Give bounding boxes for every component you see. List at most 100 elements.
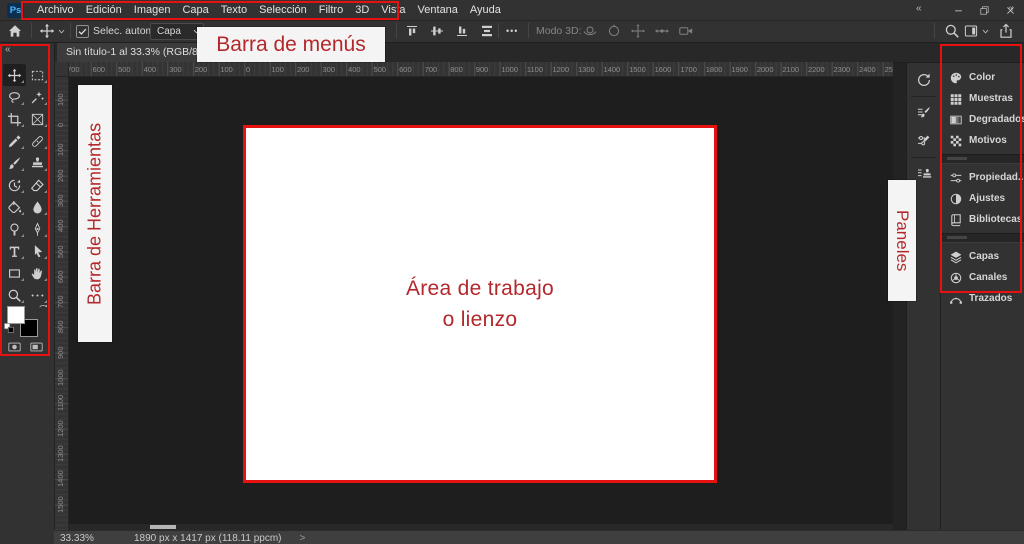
status-expander-icon[interactable]: > xyxy=(300,533,306,544)
tool-frame[interactable] xyxy=(26,108,49,130)
menu-item-archivo[interactable]: Archivo xyxy=(31,0,80,20)
panel-item-channels[interactable]: Canales xyxy=(941,267,1024,288)
zoom-icon xyxy=(8,289,21,302)
ruler-label: 100 xyxy=(271,65,284,74)
strip-panel-tool-presets[interactable] xyxy=(907,127,941,155)
workspace-icon xyxy=(964,25,978,37)
adjustments-icon xyxy=(950,193,962,204)
strip-panel-history[interactable] xyxy=(907,66,941,94)
ruler-label: 0 xyxy=(245,65,251,74)
tool-hand[interactable] xyxy=(26,262,49,284)
tool-paint-bucket[interactable] xyxy=(3,196,26,218)
panel-item-patterns[interactable]: Motivos xyxy=(941,130,1024,151)
panel-item-gradients[interactable]: Degradados xyxy=(941,109,1024,130)
current-tool-move-icon xyxy=(39,23,55,39)
ruler-label: 1700 xyxy=(680,65,697,74)
clone-stamp-icon xyxy=(32,156,43,167)
slide-3d-button[interactable] xyxy=(654,23,670,39)
menu-item-filtro[interactable]: Filtro xyxy=(313,0,349,20)
menu-item-ventana[interactable]: Ventana xyxy=(412,0,464,20)
panel-item-adjustments[interactable]: Ajustes xyxy=(941,188,1024,209)
tool-lasso[interactable] xyxy=(3,86,26,108)
menu-item-vista[interactable]: Vista xyxy=(375,0,411,20)
foreground-color-swatch[interactable] xyxy=(7,306,25,324)
crop-icon xyxy=(7,112,22,126)
workspace-chevron-down-icon[interactable] xyxy=(981,27,990,36)
tool-path-select[interactable] xyxy=(26,240,49,262)
tool-marquee[interactable] xyxy=(26,64,49,86)
panel-item-swatches[interactable]: Muestras xyxy=(941,88,1024,109)
tool-history-brush[interactable] xyxy=(3,174,26,196)
more-tools-icon xyxy=(31,293,44,297)
photoshop-logo-icon[interactable]: Ps xyxy=(7,2,24,18)
tool-dodge[interactable] xyxy=(3,218,26,240)
menu-item-imagen[interactable]: Imagen xyxy=(128,0,177,20)
panel-item-color[interactable]: Color xyxy=(941,67,1024,88)
menu-item-capa[interactable]: Capa xyxy=(176,0,214,20)
restore-button[interactable] xyxy=(979,5,990,16)
orbit-3d-button[interactable] xyxy=(582,23,598,39)
tool-eyedropper[interactable] xyxy=(3,130,26,152)
tool-brush[interactable] xyxy=(3,152,26,174)
menu-item-texto[interactable]: Texto xyxy=(215,0,253,20)
distribute-button[interactable] xyxy=(479,23,495,39)
ruler-label: 600 xyxy=(399,65,412,74)
ruler-label: 400 xyxy=(143,65,157,74)
tool-shape[interactable] xyxy=(3,262,26,284)
auto-select-dropdown[interactable]: Capa xyxy=(150,23,204,40)
panel-item-label: Color xyxy=(969,72,996,83)
search-button[interactable] xyxy=(944,23,960,39)
tool-clone-stamp[interactable] xyxy=(26,152,49,174)
menu-item-selección[interactable]: Selección xyxy=(253,0,313,20)
workspace-switcher-button[interactable] xyxy=(963,23,979,39)
swap-colors-icon[interactable] xyxy=(38,303,49,314)
tool-magic-wand[interactable] xyxy=(26,86,49,108)
tool-zoom[interactable] xyxy=(3,284,26,306)
tool-blur[interactable] xyxy=(26,196,49,218)
collapse-strip-icon[interactable]: « xyxy=(916,4,922,14)
collapse-dock-icon[interactable]: « xyxy=(1008,4,1014,14)
panel-item-label: Trazados xyxy=(969,293,1013,304)
menu-item-ayuda[interactable]: Ayuda xyxy=(464,0,507,20)
color-icon xyxy=(950,72,962,83)
minimize-button[interactable] xyxy=(953,5,964,16)
tool-move[interactable] xyxy=(3,64,26,86)
menu-item-3d[interactable]: 3D xyxy=(349,0,375,20)
auto-select-checkbox[interactable] xyxy=(76,25,89,38)
tool-preset-chevron-down-icon[interactable] xyxy=(57,27,66,36)
camera-3d-button[interactable] xyxy=(678,23,694,39)
more-options-button[interactable]: ••• xyxy=(506,20,518,42)
canvas[interactable]: Área de trabajo o lienzo xyxy=(243,125,717,483)
tool-crop[interactable] xyxy=(3,108,26,130)
menu-item-edición[interactable]: Edición xyxy=(80,0,128,20)
share-button[interactable] xyxy=(998,23,1014,39)
align-top-button[interactable] xyxy=(404,23,420,39)
path-select-icon xyxy=(34,244,43,257)
panel-item-paths[interactable]: Trazados xyxy=(941,288,1024,309)
tool-pen[interactable] xyxy=(26,218,49,240)
ruler-label: 200 xyxy=(56,169,65,182)
screen-mode-button[interactable] xyxy=(28,340,45,354)
pan-3d-button[interactable] xyxy=(630,23,646,39)
quick-mask-button[interactable] xyxy=(6,340,23,354)
panel-item-libraries[interactable]: Bibliotecas xyxy=(941,209,1024,230)
panel-item-layers[interactable]: Capas xyxy=(941,246,1024,267)
panel-item-properties[interactable]: Propiedad... xyxy=(941,167,1024,188)
ruler-label: 1500 xyxy=(56,496,65,513)
zoom-level-field[interactable]: 33.33% xyxy=(60,533,122,544)
tool-type[interactable] xyxy=(3,240,26,262)
collapse-toolbar-icon[interactable]: « xyxy=(5,45,11,55)
ruler-label: 500 xyxy=(118,65,131,74)
align-bottom-button[interactable] xyxy=(454,23,470,39)
window-controls xyxy=(953,0,1016,20)
tool-healing-brush[interactable] xyxy=(26,130,49,152)
roll-3d-button[interactable] xyxy=(606,23,622,39)
home-button[interactable] xyxy=(7,23,23,39)
align-middle-button[interactable] xyxy=(429,23,445,39)
tool-eraser[interactable] xyxy=(26,174,49,196)
pan-3d-icon xyxy=(631,24,645,38)
ruler-label: 1300 xyxy=(56,445,65,463)
scrollbar-thumb[interactable] xyxy=(150,525,176,529)
panel-dock: Color Muestras Degradados Motivos Propiedad.… xyxy=(940,62,1024,530)
strip-panel-brush-settings[interactable] xyxy=(907,99,941,127)
